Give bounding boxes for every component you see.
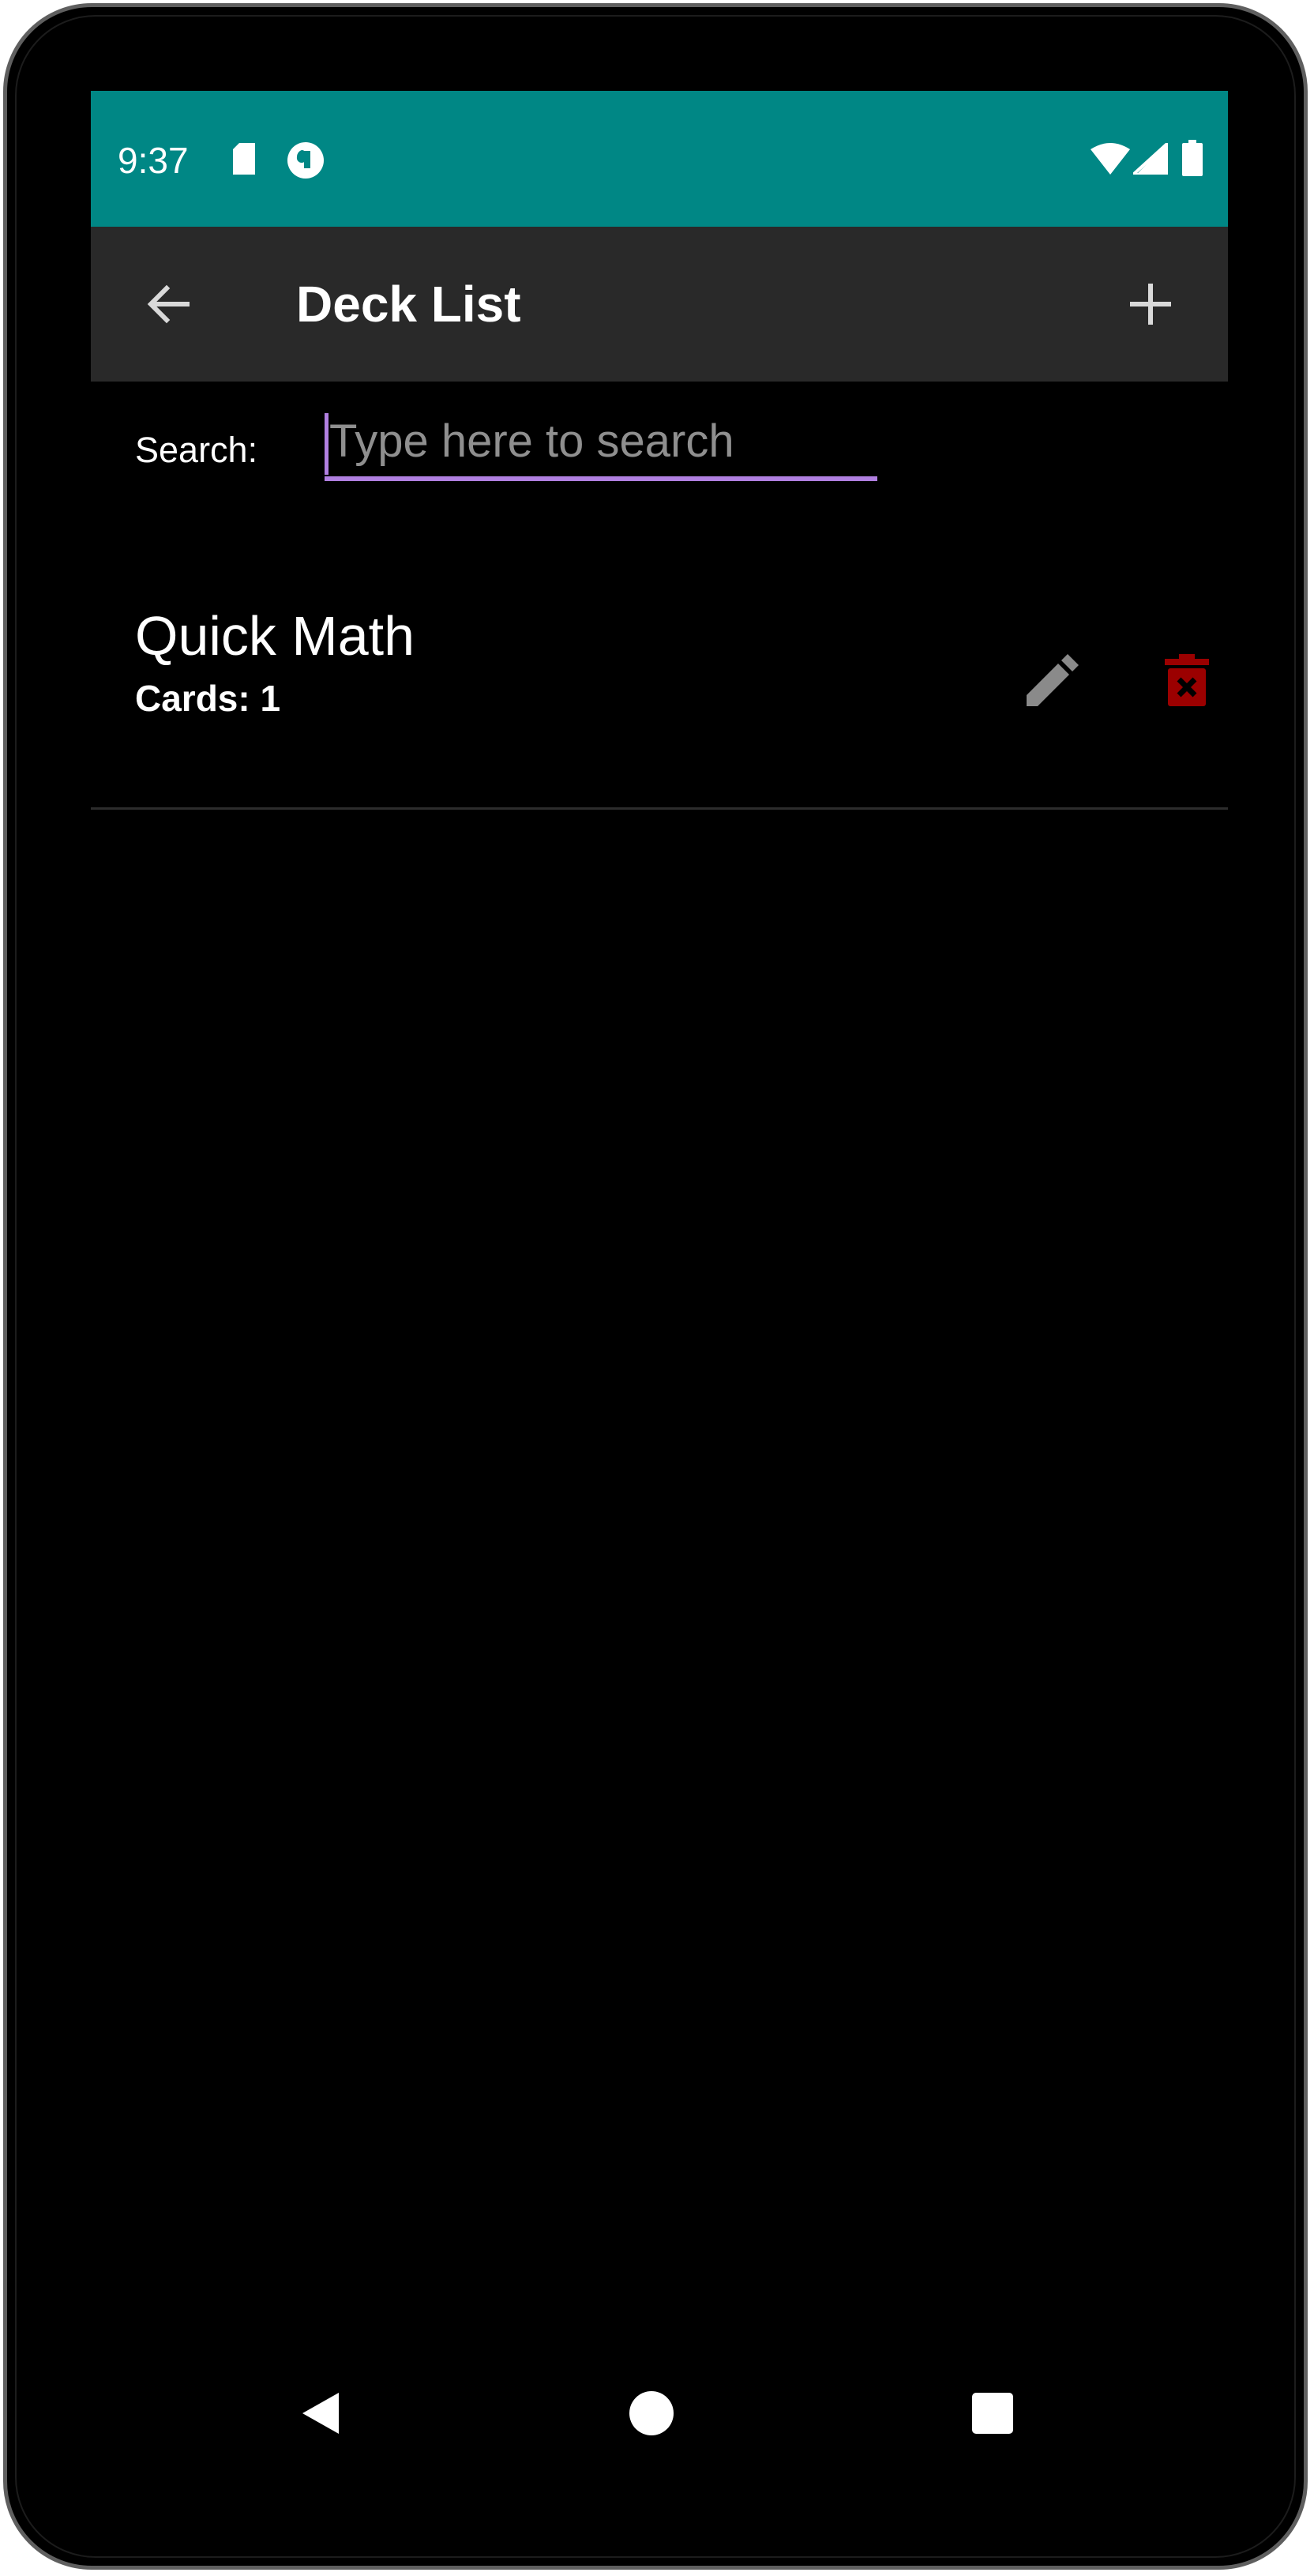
deck-card-count: Cards: 1 [135, 678, 281, 719]
sd-card-icon [233, 143, 255, 175]
delete-deck-button[interactable] [1149, 642, 1225, 718]
text-cursor [325, 413, 328, 475]
edit-deck-button[interactable] [1015, 642, 1091, 718]
plus-icon [1130, 284, 1171, 325]
search-input[interactable] [325, 405, 877, 481]
page-title: Deck List [296, 276, 521, 333]
app-bar: Deck List [91, 227, 1228, 382]
back-button[interactable] [135, 271, 201, 337]
status-bar: 9:37 [91, 91, 1228, 227]
wifi-icon [1091, 143, 1130, 175]
device-frame: 9:37 Deck List Search: Type here to sear… [3, 3, 1308, 2570]
cell-signal-icon [1133, 143, 1168, 175]
deck-list: Quick Math Cards: 1 [91, 508, 1228, 810]
navigation-bar [91, 2334, 1228, 2492]
status-time: 9:37 [118, 140, 189, 181]
trash-icon [1165, 654, 1209, 706]
list-item[interactable]: Quick Math Cards: 1 [91, 508, 1228, 810]
app-notification-icon [287, 142, 324, 179]
pencil-icon [1027, 654, 1079, 706]
nav-back-icon[interactable] [298, 2390, 345, 2437]
deck-name: Quick Math [135, 605, 415, 667]
battery-icon [1182, 140, 1203, 176]
screen: 9:37 Deck List Search: Type here to sear… [91, 91, 1228, 2492]
nav-recents-icon[interactable] [972, 2393, 1013, 2434]
arrow-back-icon [147, 284, 190, 324]
add-deck-button[interactable] [1117, 271, 1184, 337]
search-row: Search: [91, 382, 1228, 508]
search-label: Search: [135, 430, 258, 470]
nav-home-icon[interactable] [629, 2391, 674, 2435]
